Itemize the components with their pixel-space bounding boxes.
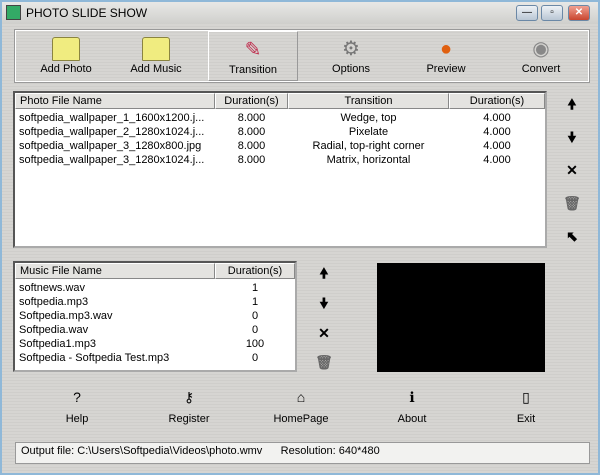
- photo-cell[interactable]: 4.000: [449, 140, 545, 153]
- about-label: About: [397, 413, 427, 425]
- music-cell[interactable]: Softpedia.mp3.wav: [19, 310, 215, 323]
- delete-photo-icon[interactable]: ✕: [562, 160, 582, 180]
- music-cell[interactable]: 100: [215, 338, 295, 351]
- music-cell[interactable]: 0: [215, 324, 295, 337]
- photo-cell[interactable]: softpedia_wallpaper_3_1280x1024.j...: [19, 154, 215, 167]
- music-cell[interactable]: Softpedia - Softpedia Test.mp3: [19, 352, 215, 365]
- options-label: Options: [332, 63, 370, 75]
- photo-cell[interactable]: 4.000: [449, 154, 545, 167]
- pumpkin-icon: ●: [439, 38, 453, 60]
- music-cell[interactable]: softpedia.mp3: [19, 296, 215, 309]
- pencils-icon: ✎: [244, 39, 262, 61]
- music-cell[interactable]: 1: [215, 296, 295, 309]
- photo-cell[interactable]: 8.000: [215, 112, 288, 125]
- move-up-music-icon[interactable]: 🠝: [314, 263, 334, 283]
- photo-cell[interactable]: softpedia_wallpaper_2_1280x1024.j...: [19, 126, 215, 139]
- add-music-label: Add Music: [130, 63, 182, 75]
- gear-icon: ⚙: [342, 38, 360, 60]
- add-photo-label: Add Photo: [40, 63, 92, 75]
- key-icon: ⚷: [183, 389, 195, 405]
- output-file: Output file: C:\Users\Softpedia\Videos\p…: [21, 445, 263, 457]
- door-icon: ▯: [522, 389, 530, 405]
- photo-list[interactable]: Photo File Name Duration(s) Transition D…: [13, 91, 547, 248]
- photo-cell[interactable]: softpedia_wallpaper_1_1600x1200.j...: [19, 112, 215, 125]
- preview-label: Preview: [426, 63, 466, 75]
- apply-all-icon[interactable]: ⬉: [562, 226, 582, 246]
- app-icon: [6, 5, 21, 20]
- toolbar: Add Photo Add Music ✎ Transition ⚙ Options…: [14, 29, 590, 83]
- title-bar: PHOTO SLIDE SHOW — ▫ ✕: [2, 2, 598, 24]
- disc-film-icon: ◉: [532, 38, 550, 60]
- header-music-duration[interactable]: Duration(s): [215, 263, 295, 279]
- photo-cell[interactable]: Matrix, horizontal: [288, 154, 449, 167]
- transition-label: Transition: [229, 64, 277, 76]
- clear-photos-icon[interactable]: 🗑: [562, 193, 582, 213]
- photo-cell[interactable]: Pixelate: [288, 126, 449, 139]
- music-list[interactable]: Music File Name Duration(s) softnews.wav…: [13, 261, 297, 372]
- photo-cell[interactable]: 8.000: [215, 140, 288, 153]
- convert-label: Convert: [521, 63, 561, 75]
- header-transition-duration[interactable]: Duration(s): [449, 93, 545, 109]
- close-button[interactable]: ✕: [568, 5, 590, 21]
- computer-icon: ⌂: [296, 389, 306, 405]
- exit-button[interactable]: ▯ Exit: [486, 388, 566, 425]
- about-button[interactable]: ℹ About: [372, 388, 452, 425]
- help-label: Help: [65, 413, 89, 425]
- header-music-file-name[interactable]: Music File Name: [15, 263, 215, 279]
- folder-icon: [142, 37, 170, 61]
- window-title: PHOTO SLIDE SHOW: [26, 6, 148, 20]
- header-transition[interactable]: Transition: [288, 93, 449, 109]
- status-bar: Output file: C:\Users\Softpedia\Videos\p…: [15, 442, 590, 464]
- move-up-photo-icon[interactable]: 🠝: [562, 94, 582, 114]
- music-cell[interactable]: Softpedia.wav: [19, 324, 215, 337]
- register-button[interactable]: ⚷ Register: [149, 388, 229, 425]
- photo-cell[interactable]: Wedge, top: [288, 112, 449, 125]
- transition-button[interactable]: ✎ Transition: [208, 31, 298, 81]
- minimize-button[interactable]: —: [516, 5, 538, 21]
- add-music-button[interactable]: Add Music: [111, 31, 201, 81]
- header-photo-file-name[interactable]: Photo File Name: [15, 93, 215, 109]
- add-photo-button[interactable]: Add Photo: [21, 31, 111, 81]
- preview-button[interactable]: ● Preview: [401, 31, 491, 81]
- photo-cell[interactable]: 8.000: [215, 126, 288, 139]
- resolution: Resolution: 640*480: [280, 445, 380, 457]
- clear-music-icon[interactable]: 🗑: [314, 352, 334, 372]
- photo-cell[interactable]: 8.000: [215, 154, 288, 167]
- homepage-button[interactable]: ⌂ HomePage: [261, 388, 341, 425]
- info-icon: ℹ: [409, 389, 415, 405]
- move-down-photo-icon[interactable]: 🠟: [562, 127, 582, 147]
- help-icon: ?: [73, 389, 81, 405]
- maximize-button[interactable]: ▫: [541, 5, 563, 21]
- help-button[interactable]: ? Help: [37, 388, 117, 425]
- music-cell[interactable]: Softpedia1.mp3: [19, 338, 215, 351]
- header-duration[interactable]: Duration(s): [215, 93, 288, 109]
- homepage-label: HomePage: [273, 413, 329, 425]
- app-window: PHOTO SLIDE SHOW — ▫ ✕ Add Photo Add Mus…: [0, 0, 600, 475]
- convert-button[interactable]: ◉ Convert: [496, 31, 586, 81]
- photo-cell[interactable]: Radial, top-right corner: [288, 140, 449, 153]
- folder-icon: [52, 37, 80, 61]
- photo-cell[interactable]: softpedia_wallpaper_3_1280x800.jpg: [19, 140, 215, 153]
- options-button[interactable]: ⚙ Options: [306, 31, 396, 81]
- music-cell[interactable]: 1: [215, 282, 295, 295]
- exit-label: Exit: [516, 413, 536, 425]
- music-cell[interactable]: softnews.wav: [19, 282, 215, 295]
- music-cell[interactable]: 0: [215, 310, 295, 323]
- photo-cell[interactable]: 4.000: [449, 112, 545, 125]
- photo-cell[interactable]: 4.000: [449, 126, 545, 139]
- register-label: Register: [168, 413, 210, 425]
- delete-music-icon[interactable]: ✕: [314, 323, 334, 343]
- move-down-music-icon[interactable]: 🠟: [314, 293, 334, 313]
- preview-pane: [377, 263, 545, 372]
- music-cell[interactable]: 0: [215, 352, 295, 365]
